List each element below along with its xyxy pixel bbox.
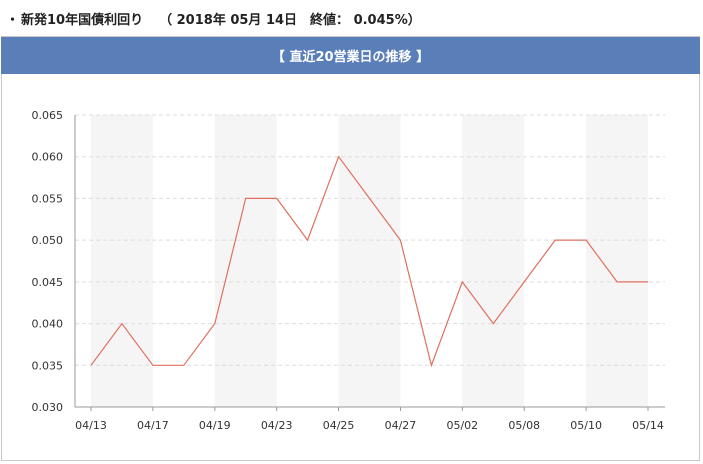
chart-band (338, 115, 401, 407)
chart-band (214, 115, 277, 407)
chart-band (586, 115, 648, 407)
x-tick-label: 05/14 (632, 419, 664, 432)
x-tick-label: 04/27 (385, 419, 417, 432)
x-tick-label: 04/19 (199, 419, 231, 432)
y-tick-labels: 0.030 0.035 0.040 0.045 0.050 0.055 0.060 0.065 (32, 109, 64, 414)
x-tick-label: 04/17 (137, 419, 169, 432)
y-tick-label: 0.035 (32, 359, 64, 372)
y-tick-label: 0.030 (32, 401, 64, 414)
x-tick-label: 05/02 (446, 419, 478, 432)
y-tick-label: 0.055 (32, 192, 64, 205)
y-tick-label: 0.045 (32, 276, 64, 289)
x-tick-label: 04/25 (323, 419, 355, 432)
chart-band (91, 115, 153, 407)
x-tick-label: 04/23 (261, 419, 293, 432)
y-tick-label: 0.065 (32, 109, 64, 122)
y-tick-label: 0.040 (32, 318, 64, 331)
x-tick-label: 05/10 (570, 419, 602, 432)
chart-band (462, 115, 525, 407)
y-tick-label: 0.060 (32, 151, 64, 164)
line-chart: 0.030 0.035 0.040 0.045 0.050 0.055 0.060 0.065… (32, 109, 665, 432)
x-tick-label: 05/08 (508, 419, 540, 432)
x-tick-labels: 04/13 04/17 04/19 04/23 04/25 04/27 05/02 05/08… (75, 419, 664, 432)
x-tick-label: 04/13 (75, 419, 107, 432)
y-tick-label: 0.050 (32, 234, 64, 247)
chart-bands (91, 115, 648, 407)
